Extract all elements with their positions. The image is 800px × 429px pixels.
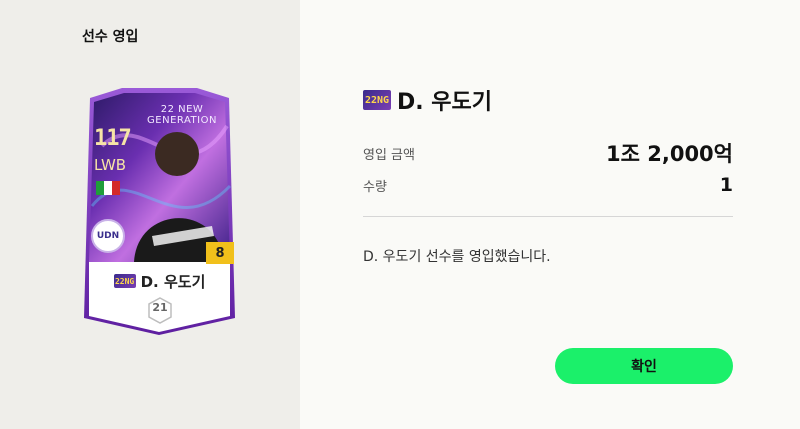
season-badge-icon: 22NG [363, 90, 391, 110]
divider [363, 216, 733, 217]
quantity-value: 1 [719, 174, 733, 196]
price-value: 1조 2,000억 [606, 142, 733, 166]
grade-hexagon: 21 [148, 296, 172, 318]
season-line-2: GENERATION [147, 115, 217, 126]
card-player-name: D. 우도기 [140, 272, 206, 291]
price-label: 영입 금액 [363, 147, 415, 163]
quantity-row: 수량 1 [363, 174, 733, 196]
grade-value: 21 [152, 300, 168, 314]
price-row: 영입 금액 1조 2,000억 [363, 138, 733, 168]
left-panel: 선수 영입 22 NEW GENERATION 117 LWB UDN 8 22… [0, 0, 300, 429]
card-season-label: 22 NEW GENERATION [137, 104, 227, 126]
player-title-row: 22NG D. 우도기 [363, 84, 492, 116]
card-overall: 117 [94, 126, 132, 151]
confirm-button[interactable]: 확인 [555, 348, 733, 384]
club-abbr: UDN [96, 231, 120, 241]
season-badge-icon: 22NG [113, 274, 136, 288]
player-name-title: D. 우도기 [397, 90, 492, 115]
nation-flag-icon [96, 181, 120, 195]
card-position: LWB [94, 156, 127, 174]
enhance-level-badge: 8 [206, 242, 234, 264]
result-message: D. 우도기 선수를 영입했습니다. [363, 249, 551, 265]
season-line-1: 22 NEW [160, 104, 204, 115]
card-name-row: 22NG D. 우도기 [82, 270, 237, 292]
section-title: 선수 영입 [82, 29, 139, 45]
player-card: 22 NEW GENERATION 117 LWB UDN 8 22NG D. … [82, 86, 237, 336]
club-crest-icon: UDN [91, 219, 125, 253]
quantity-label: 수량 [363, 179, 387, 195]
